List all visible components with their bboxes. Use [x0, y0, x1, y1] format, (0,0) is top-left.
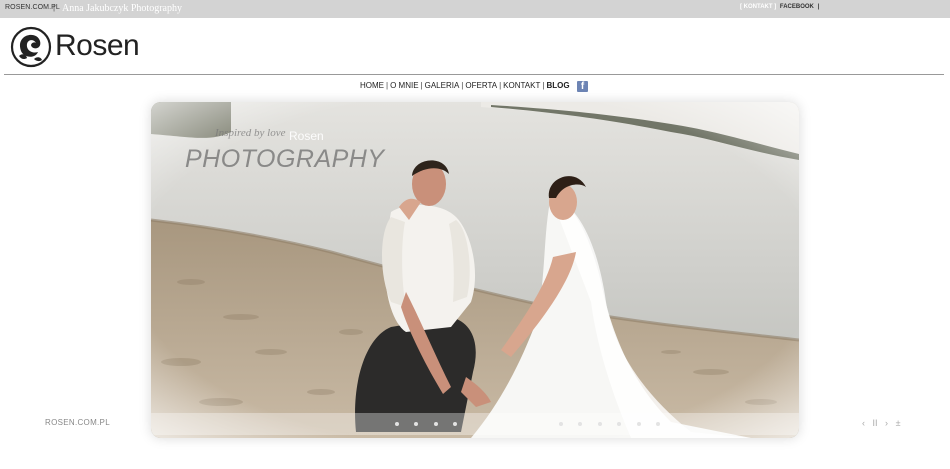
fullscreen-icon[interactable]: ± — [896, 418, 901, 428]
slide-dot[interactable] — [558, 422, 563, 426]
slide-dot[interactable] — [656, 422, 661, 426]
slide-dot[interactable] — [395, 422, 399, 426]
slide-dot[interactable] — [578, 422, 583, 426]
nav-home[interactable]: HOME — [360, 81, 384, 90]
nav-separator: | — [386, 81, 389, 90]
rose-logo-icon — [10, 26, 52, 68]
slide-dot[interactable] — [636, 422, 641, 426]
top-links: [ KONTAKT ] FACEBOOK | — [740, 4, 821, 10]
prev-icon[interactable]: ‹ — [862, 418, 865, 428]
slider-pagination — [395, 422, 671, 428]
nav-separator: | — [420, 81, 423, 90]
main-nav: HOME | O MNIE | GALERIA | OFERTA | KONTAKT | BLOG — [360, 81, 570, 90]
facebook-icon[interactable]: f — [577, 81, 588, 92]
nav-separator: | — [542, 81, 545, 90]
separator: | — [817, 4, 820, 10]
slide-dot[interactable] — [597, 422, 602, 426]
header-divider — [4, 74, 944, 75]
watermark-brand: Rosen — [289, 129, 324, 143]
kontakt-link[interactable]: [ KONTAKT ] — [740, 4, 776, 10]
nav-kontakt[interactable]: KONTAKT — [503, 81, 540, 90]
slide-dot[interactable] — [617, 422, 622, 426]
nav-o-mnie[interactable]: O MNIE — [390, 81, 418, 90]
nav-separator: | — [499, 81, 502, 90]
site-link[interactable]: ROSEN.COM.PL — [5, 4, 60, 11]
nav-separator: | — [461, 81, 464, 90]
next-icon[interactable]: › — [885, 418, 888, 428]
nav-galeria[interactable]: GALERIA — [425, 81, 460, 90]
slide-dot[interactable] — [453, 422, 458, 426]
facebook-link[interactable]: FACEBOOK — [780, 4, 814, 10]
top-bar: ROSEN.COM.PL | Anna Jakubczyk Photograph… — [0, 0, 950, 18]
slide-dot[interactable] — [414, 422, 419, 426]
nav-blog[interactable]: BLOG — [546, 81, 569, 90]
slide-dot[interactable] — [433, 422, 438, 426]
logo-text: Rosen — [55, 29, 140, 62]
site-tagline: Anna Jakubczyk Photography — [62, 3, 182, 14]
pause-icon[interactable]: II — [873, 418, 878, 428]
slider-controls: ‹ II › ± — [862, 418, 906, 428]
footer-site-link[interactable]: ROSEN.COM.PL — [45, 418, 110, 427]
separator: | — [53, 3, 56, 12]
watermark-tagline: Inspired by love — [215, 127, 286, 139]
nav-oferta[interactable]: OFERTA — [465, 81, 497, 90]
watermark-title: PHOTOGRAPHY — [185, 145, 385, 173]
